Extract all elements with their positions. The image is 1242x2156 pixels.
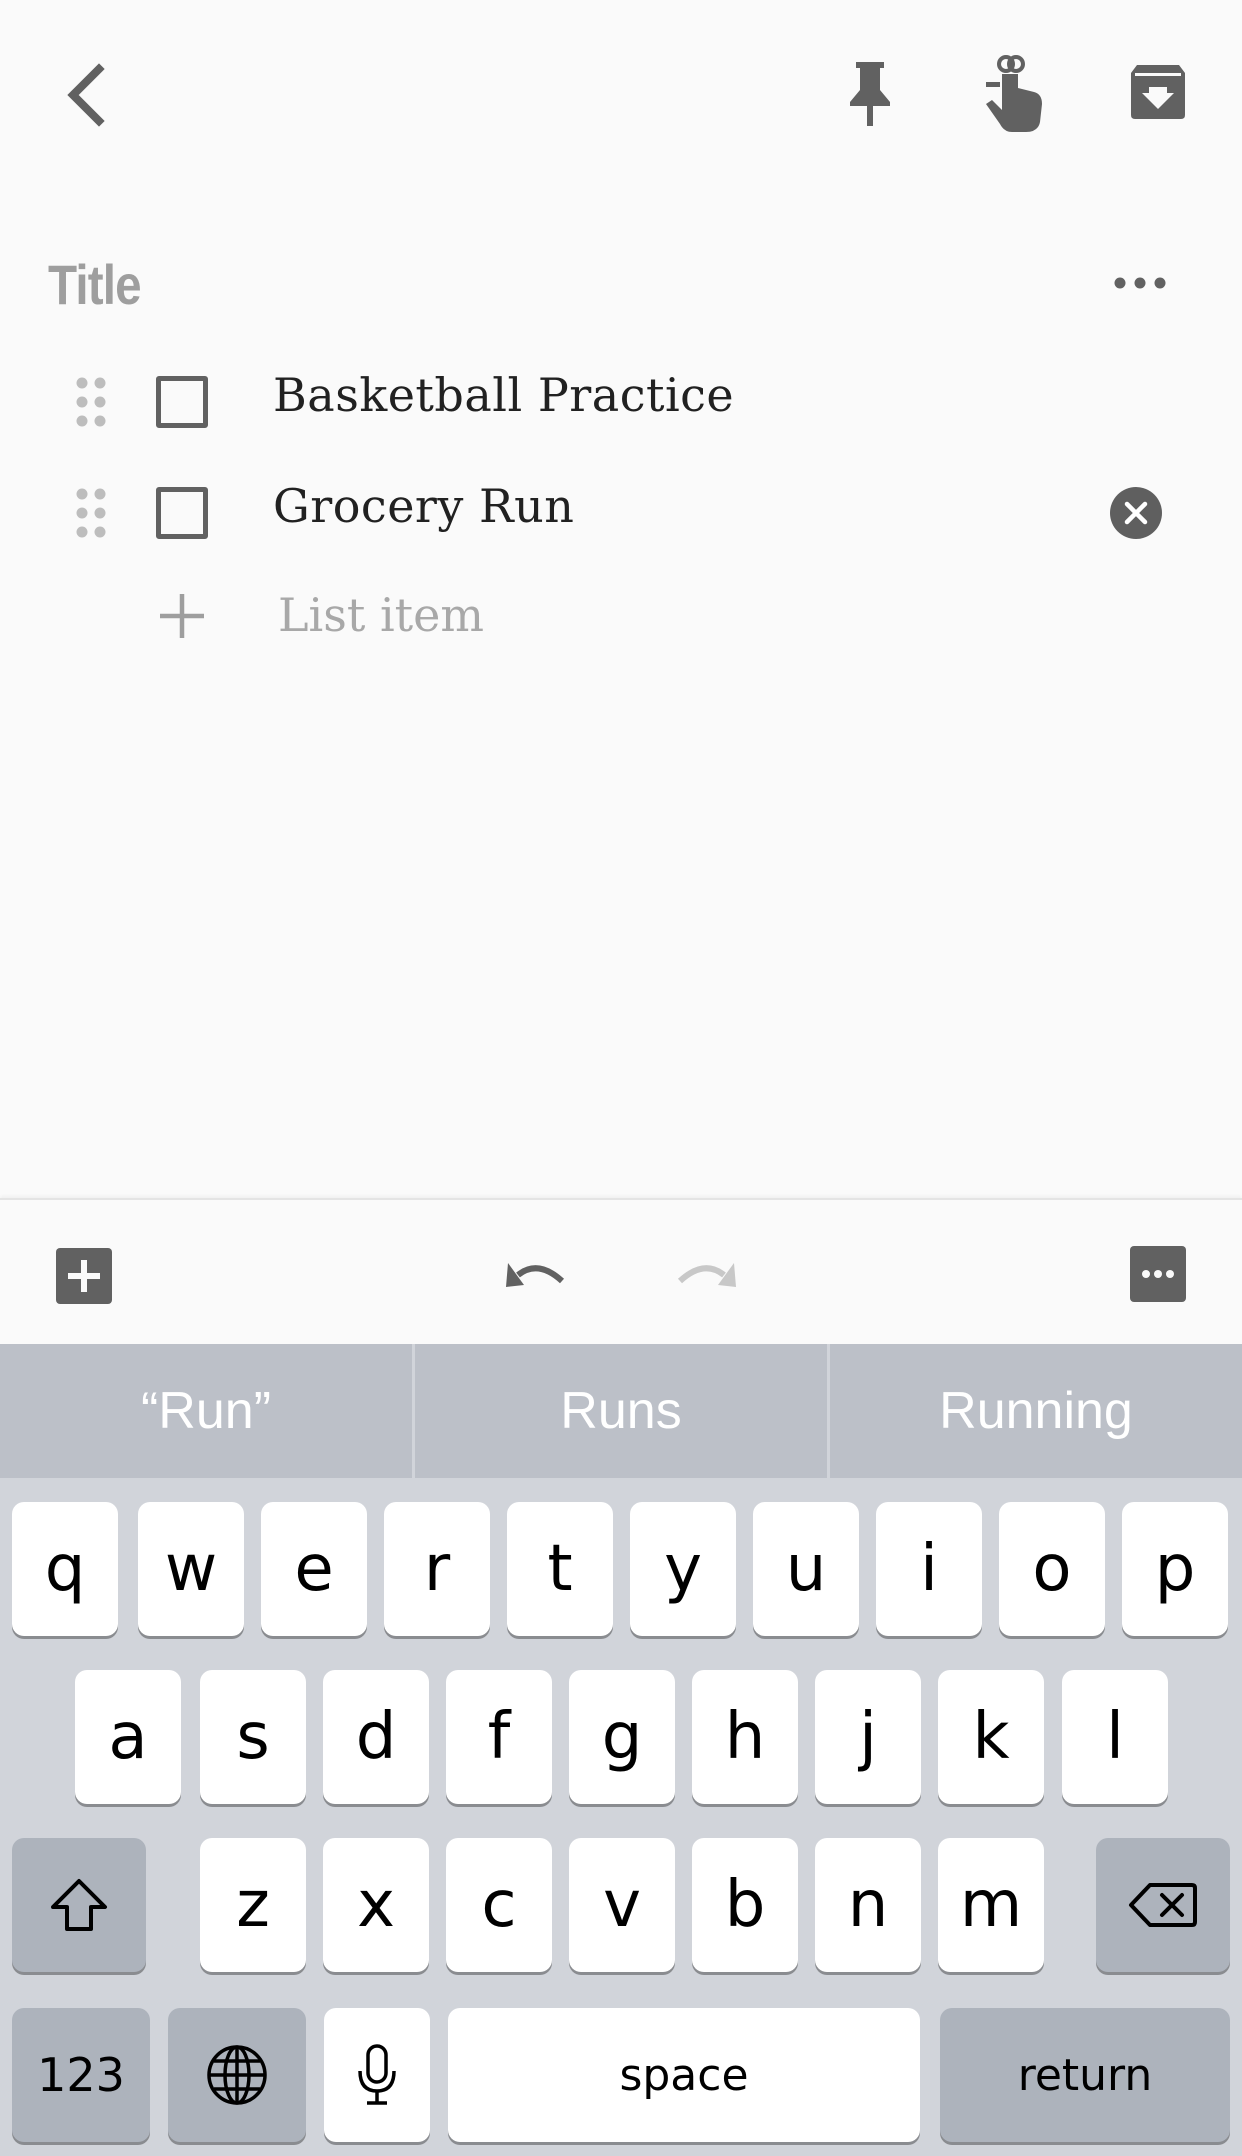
top-toolbar bbox=[0, 0, 1242, 190]
back-arrow-icon[interactable] bbox=[50, 55, 120, 135]
item-text[interactable]: Basketball Practice bbox=[273, 368, 734, 422]
list-item: Basketball Practice bbox=[0, 346, 1242, 456]
key[interactable]: n bbox=[815, 1838, 921, 1972]
globe-key[interactable] bbox=[168, 2008, 306, 2142]
key[interactable]: k bbox=[938, 1670, 1044, 1804]
key[interactable]: o bbox=[999, 1502, 1105, 1636]
item-text[interactable]: Grocery Run bbox=[273, 479, 574, 533]
bottom-toolbar bbox=[0, 1198, 1242, 1344]
suggestion-bar: “Run” Runs Running bbox=[0, 1344, 1242, 1478]
key[interactable]: f bbox=[446, 1670, 552, 1804]
suggestion[interactable]: Runs bbox=[415, 1344, 827, 1478]
suggestion[interactable]: Running bbox=[830, 1344, 1242, 1478]
shift-icon bbox=[51, 1879, 107, 1931]
key[interactable]: a bbox=[75, 1670, 181, 1804]
clear-item-icon[interactable] bbox=[1110, 487, 1162, 539]
key[interactable]: m bbox=[938, 1838, 1044, 1972]
more-options-icon[interactable] bbox=[1110, 258, 1170, 308]
drag-handle-icon[interactable] bbox=[74, 487, 110, 539]
key[interactable]: g bbox=[569, 1670, 675, 1804]
return-key[interactable]: return bbox=[940, 2008, 1230, 2142]
list-item: Grocery Run bbox=[0, 457, 1242, 567]
space-key[interactable]: space bbox=[448, 2008, 920, 2142]
mic-key[interactable] bbox=[324, 2008, 430, 2142]
backspace-icon bbox=[1129, 1883, 1197, 1927]
add-box-icon[interactable] bbox=[54, 1246, 114, 1306]
microphone-icon bbox=[358, 2044, 396, 2105]
archive-icon[interactable] bbox=[1128, 62, 1188, 122]
redo-icon[interactable] bbox=[668, 1250, 742, 1300]
undo-icon[interactable] bbox=[500, 1250, 574, 1300]
more-icon[interactable] bbox=[1130, 1246, 1186, 1302]
add-item-placeholder: List item bbox=[278, 588, 485, 642]
key[interactable]: j bbox=[815, 1670, 921, 1804]
suggestion[interactable]: “Run” bbox=[0, 1344, 412, 1478]
key[interactable]: y bbox=[630, 1502, 736, 1636]
item-checkbox[interactable] bbox=[156, 376, 208, 428]
key[interactable]: x bbox=[323, 1838, 429, 1972]
plus-icon bbox=[156, 590, 208, 642]
reminder-icon[interactable] bbox=[980, 52, 1048, 136]
key[interactable]: i bbox=[876, 1502, 982, 1636]
title-row: Title bbox=[0, 240, 1242, 330]
key[interactable]: l bbox=[1062, 1670, 1168, 1804]
title-input[interactable]: Title bbox=[48, 252, 142, 317]
key[interactable]: h bbox=[692, 1670, 798, 1804]
shift-key[interactable] bbox=[12, 1838, 146, 1972]
key[interactable]: s bbox=[200, 1670, 306, 1804]
key[interactable]: b bbox=[692, 1838, 798, 1972]
drag-handle-icon[interactable] bbox=[74, 376, 110, 428]
key[interactable]: v bbox=[569, 1838, 675, 1972]
globe-icon bbox=[207, 2045, 267, 2105]
key[interactable]: d bbox=[323, 1670, 429, 1804]
delete-key[interactable] bbox=[1096, 1838, 1230, 1972]
numbers-key[interactable]: 123 bbox=[12, 2008, 150, 2142]
key[interactable]: z bbox=[200, 1838, 306, 1972]
key[interactable]: w bbox=[138, 1502, 244, 1636]
key[interactable]: e bbox=[261, 1502, 367, 1636]
pin-icon[interactable] bbox=[838, 58, 902, 130]
key[interactable]: q bbox=[12, 1502, 118, 1636]
key[interactable]: r bbox=[384, 1502, 490, 1636]
key[interactable]: u bbox=[753, 1502, 859, 1636]
add-list-item-row[interactable]: List item bbox=[0, 568, 1242, 668]
item-checkbox[interactable] bbox=[156, 487, 208, 539]
key[interactable]: t bbox=[507, 1502, 613, 1636]
key[interactable]: p bbox=[1122, 1502, 1228, 1636]
keyboard: “Run” Runs Running q w e r t y u i o p a… bbox=[0, 1344, 1242, 2156]
key[interactable]: c bbox=[446, 1838, 552, 1972]
